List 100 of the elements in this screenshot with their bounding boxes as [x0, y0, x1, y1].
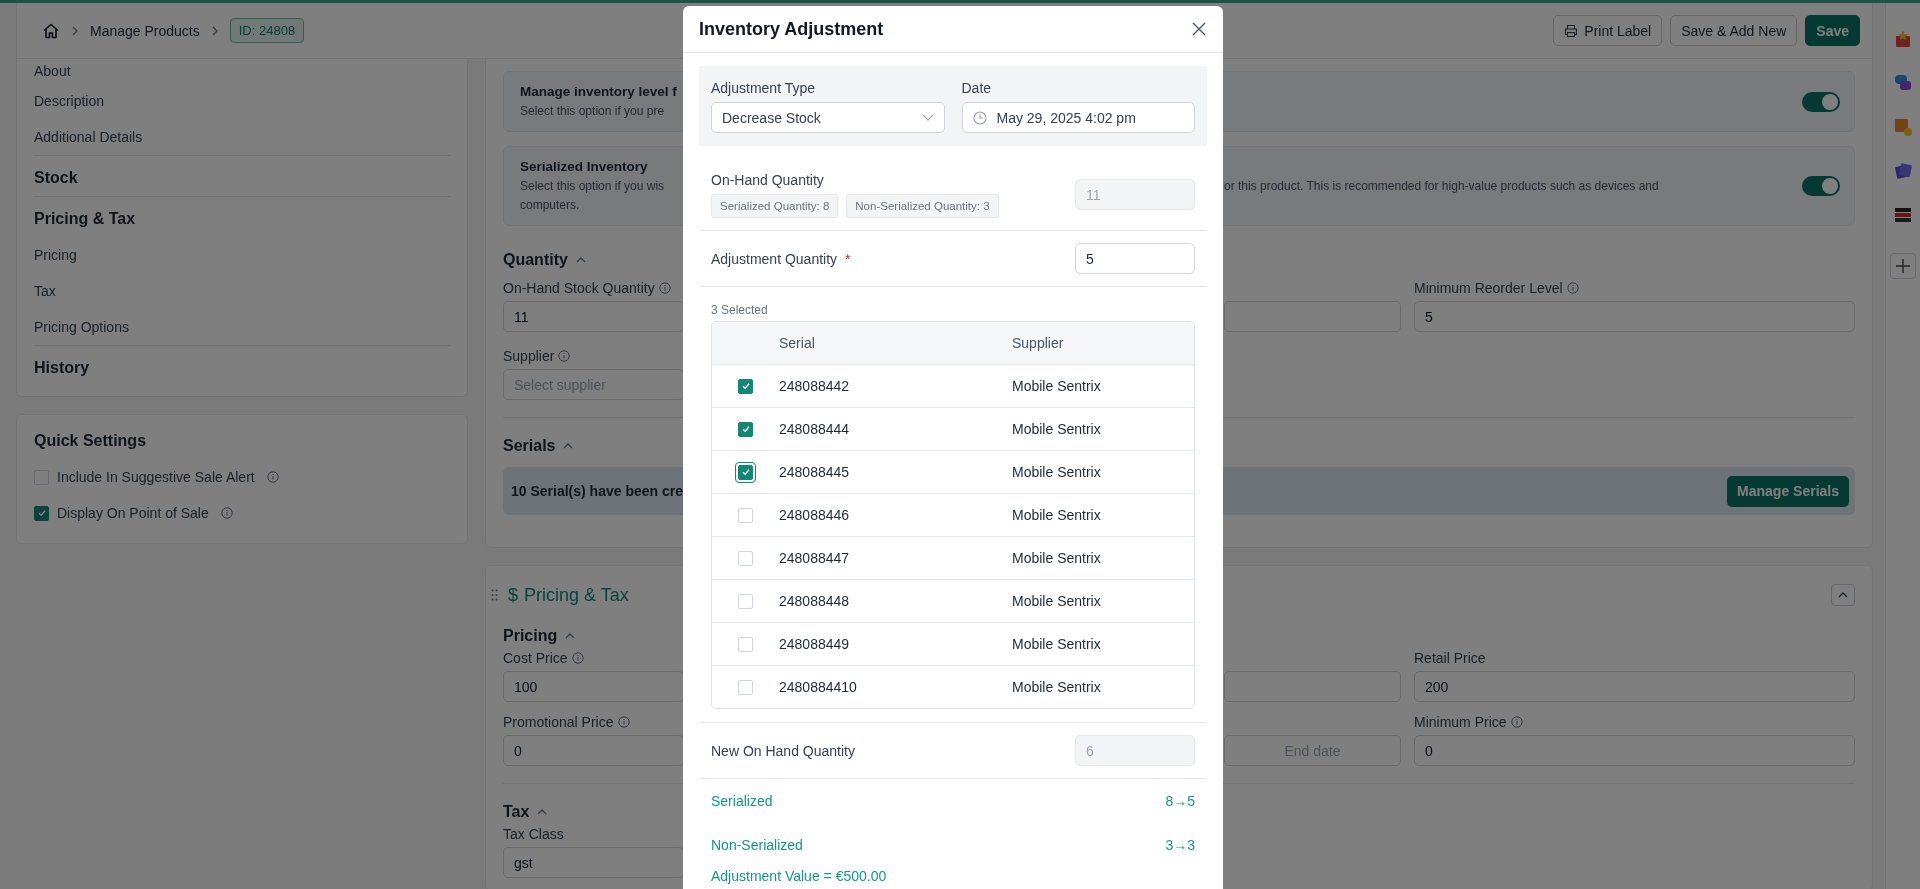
clock-icon: [972, 110, 987, 125]
option-title: Manage inventory level f: [520, 83, 678, 101]
sidebar-item[interactable]: Description: [34, 83, 451, 119]
close-icon[interactable]: [1192, 22, 1206, 36]
square-circle-icon[interactable]: [1893, 117, 1913, 137]
input-field[interactable]: 0: [503, 735, 684, 766]
table-cell-text: 248088444: [779, 421, 851, 437]
field-label: Promotional Price: [503, 714, 614, 730]
table-cell-text: 248088447: [779, 550, 851, 566]
summary-label: Non-Serialized: [711, 837, 803, 853]
chevron-up-icon: [1838, 592, 1848, 598]
toggle-switch[interactable]: [1802, 176, 1840, 196]
column-header: Supplier: [1012, 335, 1065, 351]
row-checkbox[interactable]: [738, 421, 753, 437]
field-label: Adjustment Type: [711, 79, 817, 98]
sidebar-section[interactable]: Pricing & Tax: [34, 196, 451, 237]
section-heading: Serials: [503, 436, 556, 456]
input-field[interactable]: 100: [503, 671, 684, 702]
checkbox-label: Display On Point of Sale: [57, 505, 209, 521]
info-icon: [1566, 282, 1579, 294]
chevron-up-icon: [563, 443, 574, 449]
info-icon: [266, 471, 279, 483]
checkmark-icon: [740, 424, 751, 434]
manage-serials-button[interactable]: Manage Serials: [1727, 475, 1849, 507]
summary-value: 3→3: [1165, 837, 1195, 853]
checkmark-icon: [36, 508, 47, 518]
info-icon: [220, 507, 233, 519]
input-field[interactable]: [1224, 671, 1401, 702]
plus-icon[interactable]: [1890, 253, 1916, 279]
save-and-add-button[interactable]: Save & Add New: [1670, 15, 1798, 46]
checkmark-icon: [740, 467, 751, 477]
printer-icon: [1564, 23, 1579, 38]
breadcrumb-link[interactable]: Manage Products: [90, 22, 200, 39]
table-cell-text: 2480884410: [779, 679, 858, 695]
selected-count: 3 Selected: [711, 303, 769, 317]
chevron-right-icon: [72, 25, 78, 36]
table-cell-text: 248088449: [779, 636, 851, 652]
table-cell-text: Mobile Sentrix: [1012, 593, 1102, 609]
info-icon: [658, 282, 671, 294]
section-heading: Pricing: [503, 626, 558, 646]
table-cell-text: 248088446: [779, 507, 851, 523]
sidebar-item[interactable]: Tax: [34, 273, 451, 309]
table-cell-text: Mobile Sentrix: [1012, 507, 1102, 523]
gift-icon[interactable]: [1893, 29, 1913, 49]
dialog-title: Inventory Adjustment: [699, 18, 884, 40]
info-icon: [558, 350, 571, 362]
input-field[interactable]: 0: [1414, 735, 1855, 766]
table-cell-text: 248088448: [779, 593, 851, 609]
id-badge: ID: 24808: [229, 18, 305, 43]
section-heading: Tax: [503, 802, 530, 822]
checkbox[interactable]: [34, 505, 49, 521]
cards-icon[interactable]: [1893, 161, 1913, 181]
drag-handle-icon[interactable]: [491, 589, 498, 601]
quantity-chip: Serialized Quantity: 8: [711, 194, 839, 218]
collapse-button[interactable]: [1831, 584, 1855, 606]
chevron-down-icon: [921, 114, 934, 121]
sidebar-item[interactable]: Pricing: [34, 237, 451, 273]
option-description: Select this option if you wis: [520, 178, 666, 195]
chevron-up-icon: [565, 633, 576, 639]
input-field[interactable]: [1224, 301, 1401, 332]
stack-icon[interactable]: [1893, 205, 1913, 225]
checkmark-icon: [740, 381, 751, 391]
field-label: Adjustment Quantity: [711, 249, 838, 269]
card-title: Pricing & Tax: [524, 584, 629, 606]
field-label: Minimum Price: [1414, 714, 1507, 730]
tax-class-select[interactable]: gst: [503, 847, 684, 878]
toggle-switch[interactable]: [1802, 91, 1840, 112]
on-hand-field: 11: [1075, 179, 1195, 210]
field-label: Minimum Reorder Level: [1414, 280, 1563, 296]
field-label: On-Hand Stock Quantity: [503, 280, 655, 296]
quantity-chip: Non-Serialized Quantity: 3: [846, 194, 999, 218]
info-icon: [571, 652, 584, 664]
row-checkbox[interactable]: [738, 378, 753, 394]
adjustment-quantity-field[interactable]: 5: [1075, 243, 1195, 274]
new-quantity-field: 6: [1075, 735, 1195, 766]
date-field[interactable]: May 29, 2025 4:02 pm: [961, 102, 1195, 133]
table-cell-text: Mobile Sentrix: [1012, 378, 1102, 394]
chat-bubbles-icon[interactable]: [1893, 73, 1913, 93]
print-label-button[interactable]: Print Label: [1553, 15, 1663, 46]
home-icon[interactable]: [42, 21, 60, 40]
input-field[interactable]: 5: [1414, 301, 1855, 332]
field-label: Tax Class: [503, 826, 564, 842]
sidebar-item[interactable]: Additional Details: [34, 119, 451, 155]
checkbox-label: Include In Suggestive Sale Alert: [57, 469, 255, 485]
adjustment-type-select[interactable]: Decrease Stock: [711, 102, 945, 133]
sidebar-section[interactable]: History: [34, 345, 451, 396]
sidebar-section[interactable]: Stock: [34, 155, 451, 196]
option-description: or this product. This is recommended for high-value products such as devices and: [1224, 177, 1659, 195]
sidebar-item[interactable]: Pricing Options: [34, 309, 451, 345]
column-header: Serial: [779, 335, 816, 351]
table-cell-text: Mobile Sentrix: [1012, 464, 1102, 480]
save-button[interactable]: Save: [1805, 15, 1860, 46]
input-field[interactable]: 200: [1414, 671, 1855, 702]
info-icon: [1510, 716, 1523, 728]
option-description: computers.: [520, 197, 581, 214]
banner-text: 10 Serial(s) have been cre: [511, 483, 683, 499]
field-label: Cost Price: [503, 650, 568, 666]
input-field[interactable]: 11: [503, 301, 684, 332]
sidebar-item[interactable]: About: [34, 59, 451, 83]
field-label: On-Hand Quantity: [711, 171, 825, 190]
